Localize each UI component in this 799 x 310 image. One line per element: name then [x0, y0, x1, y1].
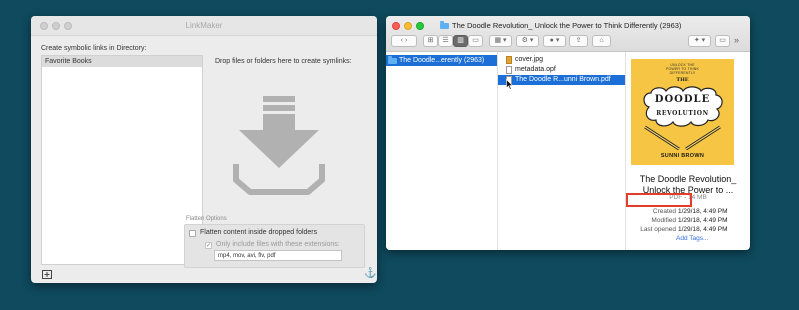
only-include-label: Only include files with these extensions… — [216, 241, 340, 248]
extensions-field[interactable]: mp4, mov, avi, flv, pdf — [214, 250, 342, 261]
finder-column-2: cover.jpg metadata.opf The Doodle R...un… — [498, 52, 626, 250]
directory-list[interactable]: Favorite Books — [41, 55, 203, 265]
cover-the: THE — [676, 77, 689, 83]
finder-column-1: The Doodle...erently (2963) — [386, 52, 498, 250]
file-item-selected[interactable]: The Doodle R...unni Brown.pdf — [498, 75, 625, 85]
arrange-menu[interactable]: ▦ ▾ — [489, 35, 512, 47]
close-button[interactable] — [392, 22, 400, 30]
window-title: LinkMaker — [185, 21, 223, 30]
options-header: Flatten Options — [186, 216, 227, 222]
cover-doodle: DOODLE — [654, 94, 711, 105]
document-file-icon — [506, 66, 512, 74]
dropbox-menu[interactable]: ✦ ▾ — [688, 35, 711, 47]
action-menu[interactable]: ⚙ ▾ — [516, 35, 539, 47]
download-arrow-icon[interactable] — [233, 96, 325, 196]
image-file-icon — [506, 56, 512, 64]
window-button[interactable]: ▭ — [715, 35, 730, 47]
cover-revolution: REVOLUTION — [656, 110, 709, 117]
mouse-cursor-icon — [506, 79, 513, 90]
flatten-checkbox[interactable] — [189, 230, 196, 237]
options-box: Flatten content inside dropped folders ✓… — [184, 224, 365, 268]
zoom-button[interactable] — [416, 22, 424, 30]
cover-tagline: UNLOCK THE POWER TO THINK DIFFERENTLY — [665, 63, 700, 75]
last-opened-value: 1/29/18, 4:49 PM — [678, 226, 728, 233]
flatten-options: Flatten Options Flatten content inside d… — [184, 216, 365, 268]
anchor-icon[interactable]: ⚓ — [364, 268, 376, 279]
cover-author: SUNNI BROWN — [660, 153, 705, 159]
preview-pane: UNLOCK THE POWER TO THINK DIFFERENTLY TH… — [626, 52, 750, 250]
share-button[interactable]: ⇪ — [569, 35, 588, 47]
more-toolbar-icon[interactable]: » — [734, 35, 739, 45]
tag-button[interactable]: ⌂ — [592, 35, 611, 47]
minimize-button[interactable] — [404, 22, 412, 30]
last-opened-label: Last opened — [640, 226, 676, 233]
drop-zone-label: Drop files or folders here to create sym… — [215, 58, 352, 65]
created-value: 1/29/18, 4:49 PM — [678, 208, 728, 215]
gallery-view-button[interactable]: ▭ — [468, 35, 483, 47]
doodle-cloud-icon — [643, 86, 723, 127]
column-item-selected[interactable]: The Doodle...erently (2963) — [386, 55, 497, 66]
icon-view-button[interactable]: ⊞ — [423, 35, 438, 47]
modified-value: 1/29/18, 4:49 PM — [678, 217, 728, 224]
directory-header: Create symbolic links in Directory: — [41, 45, 147, 52]
add-directory-icon[interactable] — [42, 270, 52, 279]
flatten-label: Flatten content inside dropped folders — [200, 229, 318, 236]
finder-window: The Doodle Revolution_ Unlock the Power … — [386, 16, 750, 250]
folder-icon — [388, 56, 397, 64]
window-title: The Doodle Revolution_ Unlock the Power … — [440, 21, 681, 30]
directory-item[interactable]: Favorite Books — [42, 56, 202, 67]
back-forward-button[interactable]: ‹ › — [391, 35, 417, 47]
finder-titlebar: The Doodle Revolution_ Unlock the Power … — [386, 16, 750, 52]
file-item[interactable]: cover.jpg — [498, 55, 625, 65]
modified-label: Modified — [651, 217, 676, 224]
path-menu[interactable]: ● ▾ — [543, 35, 566, 47]
column-view-button[interactable]: ▥ — [453, 35, 468, 47]
highlight-box — [626, 193, 692, 207]
linkmaker-window: LinkMaker Create symbolic links in Direc… — [31, 16, 377, 283]
file-item[interactable]: metadata.opf — [498, 65, 625, 75]
crossed-pencils-icon — [644, 125, 721, 151]
folder-icon — [440, 21, 449, 29]
list-view-button[interactable]: ☰ — [438, 35, 453, 47]
created-label: Created — [652, 208, 676, 215]
linkmaker-titlebar: LinkMaker — [31, 16, 377, 36]
only-include-checkbox[interactable]: ✓ — [205, 242, 212, 249]
book-cover-thumbnail: UNLOCK THE POWER TO THINK DIFFERENTLY TH… — [631, 59, 734, 165]
add-tags-link[interactable]: Add Tags... — [676, 235, 708, 242]
